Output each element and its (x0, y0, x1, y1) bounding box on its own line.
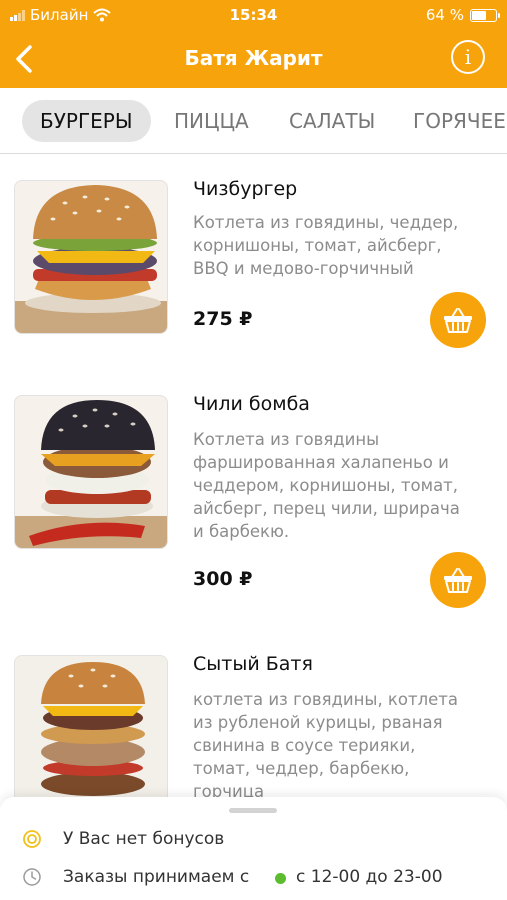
working-hours: с 12-00 до 23-00 (296, 867, 443, 887)
hours-row: Заказы принимаем с с 12-00 до 23-00 (0, 863, 507, 893)
battery-icon (470, 8, 500, 22)
status-bar: Билайн 15:34 64 % (0, 0, 507, 30)
info-icon[interactable]: i (451, 40, 485, 74)
product-description: Котлета из говядины фаршированная халапе… (193, 430, 460, 541)
tab-hot[interactable]: ГОРЯЧЕЕ (413, 100, 506, 142)
info-bottom-sheet[interactable]: У Вас нет бонусов Заказы принимаем с с 1… (0, 797, 507, 900)
product-image-cheeseburger (14, 180, 168, 334)
nav-bar: Батя Жарит i (0, 30, 507, 86)
app-header: Билайн 15:34 64 % Батя Жарит i (0, 0, 507, 88)
status-right: 64 % (425, 6, 500, 24)
bonus-text: У Вас нет бонусов (63, 829, 225, 849)
product-image-chili-bomb (14, 395, 168, 549)
page-title: Батя Жарит (184, 46, 323, 70)
bonus-coin-icon (23, 830, 41, 848)
product-description: Котлета из говядины, чеддер, корнишоны, … (193, 213, 459, 278)
product-name: Чизбургер (193, 178, 298, 200)
add-to-cart-button[interactable] (430, 552, 486, 608)
product-name: Сытый Батя (193, 653, 313, 675)
product-price: 275 ₽ (193, 308, 253, 330)
product-name: Чили бомба (193, 393, 310, 415)
orders-text: Заказы принимаем с (63, 867, 250, 887)
open-status-dot (275, 873, 286, 884)
category-tabs: БУРГЕРЫ ПИЦЦА САЛАТЫ ГОРЯЧЕЕ (0, 88, 507, 154)
product-image-sytyy-batya (14, 655, 168, 805)
clock-icon (23, 868, 41, 886)
tab-burgers[interactable]: БУРГЕРЫ (22, 100, 151, 142)
add-to-cart-button[interactable] (430, 292, 486, 348)
bonus-row: У Вас нет бонусов (0, 825, 507, 855)
product-description: котлета из говядины, котлета из рубленой… (193, 690, 459, 801)
product-price: 300 ₽ (193, 568, 253, 590)
tab-salads[interactable]: САЛАТЫ (289, 100, 375, 142)
sheet-grabber[interactable] (229, 808, 277, 813)
tab-pizza[interactable]: ПИЦЦА (174, 100, 249, 142)
basket-icon (444, 568, 472, 593)
basket-icon (444, 308, 472, 333)
battery-fill (472, 10, 487, 20)
battery-percent: 64 % (425, 6, 464, 24)
